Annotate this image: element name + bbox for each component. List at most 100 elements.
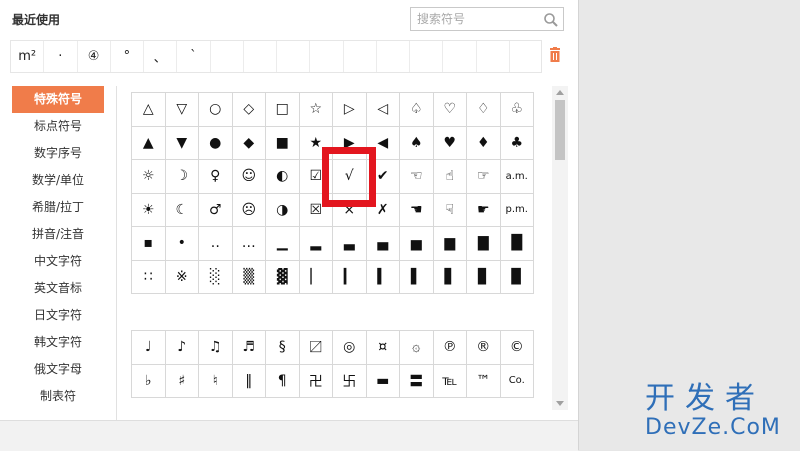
symbol-cell[interactable]: ☞ — [467, 160, 501, 194]
symbol-cell[interactable]: ▒ — [232, 260, 266, 294]
symbol-cell[interactable]: ¶ — [266, 364, 300, 398]
symbol-cell[interactable]: ♭ — [132, 364, 166, 398]
symbol-cell[interactable]: ◆ — [232, 126, 266, 160]
symbol-cell[interactable]: ◁ — [366, 93, 400, 127]
symbol-cell[interactable]: ♠ — [400, 126, 434, 160]
symbol-cell[interactable]: § — [266, 331, 300, 365]
search-box[interactable] — [410, 7, 564, 31]
symbol-cell[interactable]: ▇ — [467, 227, 501, 261]
symbol-cell[interactable]: ☛ — [467, 193, 501, 227]
symbol-cell[interactable]: ☹ — [232, 193, 266, 227]
symbol-cell[interactable]: ▌ — [400, 260, 434, 294]
symbol-cell[interactable]: ◑ — [266, 193, 300, 227]
category-item[interactable]: 希腊/拉丁 — [12, 194, 104, 221]
recent-symbol-cell[interactable] — [344, 41, 377, 72]
recent-symbol-cell[interactable]: 、 — [144, 41, 178, 72]
symbol-cell[interactable]: ▏ — [299, 260, 333, 294]
category-item[interactable]: 数字序号 — [12, 140, 104, 167]
category-item[interactable]: 俄文字母 — [12, 356, 104, 383]
recent-symbol-cell[interactable] — [310, 41, 344, 72]
symbol-cell[interactable]: ♥ — [433, 126, 467, 160]
symbol-cell[interactable]: ▁ — [266, 227, 300, 261]
vertical-scrollbar[interactable] — [552, 86, 568, 410]
symbol-cell[interactable]: ♂ — [199, 193, 233, 227]
symbol-cell[interactable]: Co. — [500, 364, 534, 398]
symbol-cell[interactable]: ▅ — [400, 227, 434, 261]
search-icon[interactable] — [543, 12, 559, 28]
symbol-cell[interactable]: ♯ — [165, 364, 199, 398]
symbol-cell[interactable]: ℗ — [433, 331, 467, 365]
scroll-down-arrow-icon[interactable] — [556, 401, 564, 406]
recent-symbol-cell[interactable] — [510, 41, 543, 72]
symbol-cell[interactable]: ▄ — [366, 227, 400, 261]
symbol-cell[interactable]: 卍 — [299, 364, 333, 398]
symbol-cell[interactable]: ☀ — [132, 193, 166, 227]
symbol-cell[interactable]: ۞ — [400, 331, 434, 365]
symbol-cell[interactable]: ▓ — [266, 260, 300, 294]
category-item[interactable]: 中文字符 — [12, 248, 104, 275]
symbol-cell[interactable]: ▆ — [433, 227, 467, 261]
category-item[interactable]: 拼音/注音 — [12, 221, 104, 248]
symbol-cell[interactable]: ☚ — [400, 193, 434, 227]
category-item[interactable]: 英文音标 — [12, 275, 104, 302]
symbol-cell[interactable]: ℡ — [433, 364, 467, 398]
symbol-cell[interactable]: • — [165, 227, 199, 261]
trash-icon[interactable] — [548, 47, 562, 63]
recent-symbol-cell[interactable]: ④ — [78, 41, 111, 72]
symbol-cell[interactable]: ¤ — [366, 331, 400, 365]
symbol-cell[interactable]: ▂ — [299, 227, 333, 261]
symbol-cell[interactable]: 卐 — [333, 364, 367, 398]
symbol-cell[interactable]: 〼 — [299, 331, 333, 365]
symbol-cell[interactable]: ▃ — [333, 227, 367, 261]
symbol-cell[interactable]: ♡ — [433, 93, 467, 127]
category-item[interactable]: 标点符号 — [12, 113, 104, 140]
symbol-cell[interactable]: ☜ — [400, 160, 434, 194]
symbol-cell[interactable]: ○ — [199, 93, 233, 127]
symbol-cell[interactable]: ▬ — [366, 364, 400, 398]
recent-symbol-cell[interactable] — [410, 41, 444, 72]
symbol-cell[interactable]: █ — [500, 227, 534, 261]
symbol-cell[interactable]: ♬ — [232, 331, 266, 365]
recent-symbol-cell[interactable] — [477, 41, 510, 72]
symbol-cell[interactable]: ☽ — [165, 160, 199, 194]
recent-symbol-cell[interactable] — [244, 41, 277, 72]
symbol-cell[interactable]: ‖ — [232, 364, 266, 398]
symbol-cell[interactable]: ◇ — [232, 93, 266, 127]
scroll-up-arrow-icon[interactable] — [556, 90, 564, 95]
symbol-cell[interactable]: ♪ — [165, 331, 199, 365]
symbol-cell[interactable]: ♫ — [199, 331, 233, 365]
symbol-cell[interactable]: ▊ — [467, 260, 501, 294]
symbol-cell[interactable]: ♦ — [467, 126, 501, 160]
symbol-cell[interactable]: … — [232, 227, 266, 261]
symbol-cell[interactable]: ◐ — [266, 160, 300, 194]
recent-symbol-cell[interactable] — [377, 41, 410, 72]
scroll-thumb[interactable] — [555, 100, 565, 160]
symbol-cell[interactable]: ♮ — [199, 364, 233, 398]
category-item[interactable]: 特殊符号 — [12, 86, 104, 113]
symbol-cell[interactable]: ☟ — [433, 193, 467, 227]
symbol-cell[interactable]: ® — [467, 331, 501, 365]
symbol-cell[interactable]: ‥ — [199, 227, 233, 261]
symbol-cell[interactable]: □ — [266, 93, 300, 127]
symbol-cell[interactable]: a.m. — [500, 160, 534, 194]
symbol-cell[interactable]: ※ — [165, 260, 199, 294]
category-item[interactable]: 数学/单位 — [12, 167, 104, 194]
symbol-cell[interactable]: ♧ — [500, 93, 534, 127]
symbol-cell[interactable]: ™ — [467, 364, 501, 398]
symbol-cell[interactable]: ▼ — [165, 126, 199, 160]
symbol-cell[interactable]: ♣ — [500, 126, 534, 160]
symbol-cell[interactable]: ∷ — [132, 260, 166, 294]
symbol-cell[interactable]: ☆ — [299, 93, 333, 127]
symbol-cell[interactable]: △ — [132, 93, 166, 127]
symbol-cell[interactable]: ♢ — [467, 93, 501, 127]
symbol-cell[interactable]: 〓 — [400, 364, 434, 398]
symbol-cell[interactable]: ░ — [199, 260, 233, 294]
symbol-cell[interactable]: ▷ — [333, 93, 367, 127]
symbol-cell[interactable]: ▉ — [500, 260, 534, 294]
symbol-cell[interactable]: p.m. — [500, 193, 534, 227]
symbol-cell[interactable]: ▎ — [333, 260, 367, 294]
symbol-cell[interactable]: ♤ — [400, 93, 434, 127]
recent-symbol-cell[interactable] — [277, 41, 311, 72]
symbol-cell[interactable]: ♀ — [199, 160, 233, 194]
symbol-cell[interactable]: ☼ — [132, 160, 166, 194]
